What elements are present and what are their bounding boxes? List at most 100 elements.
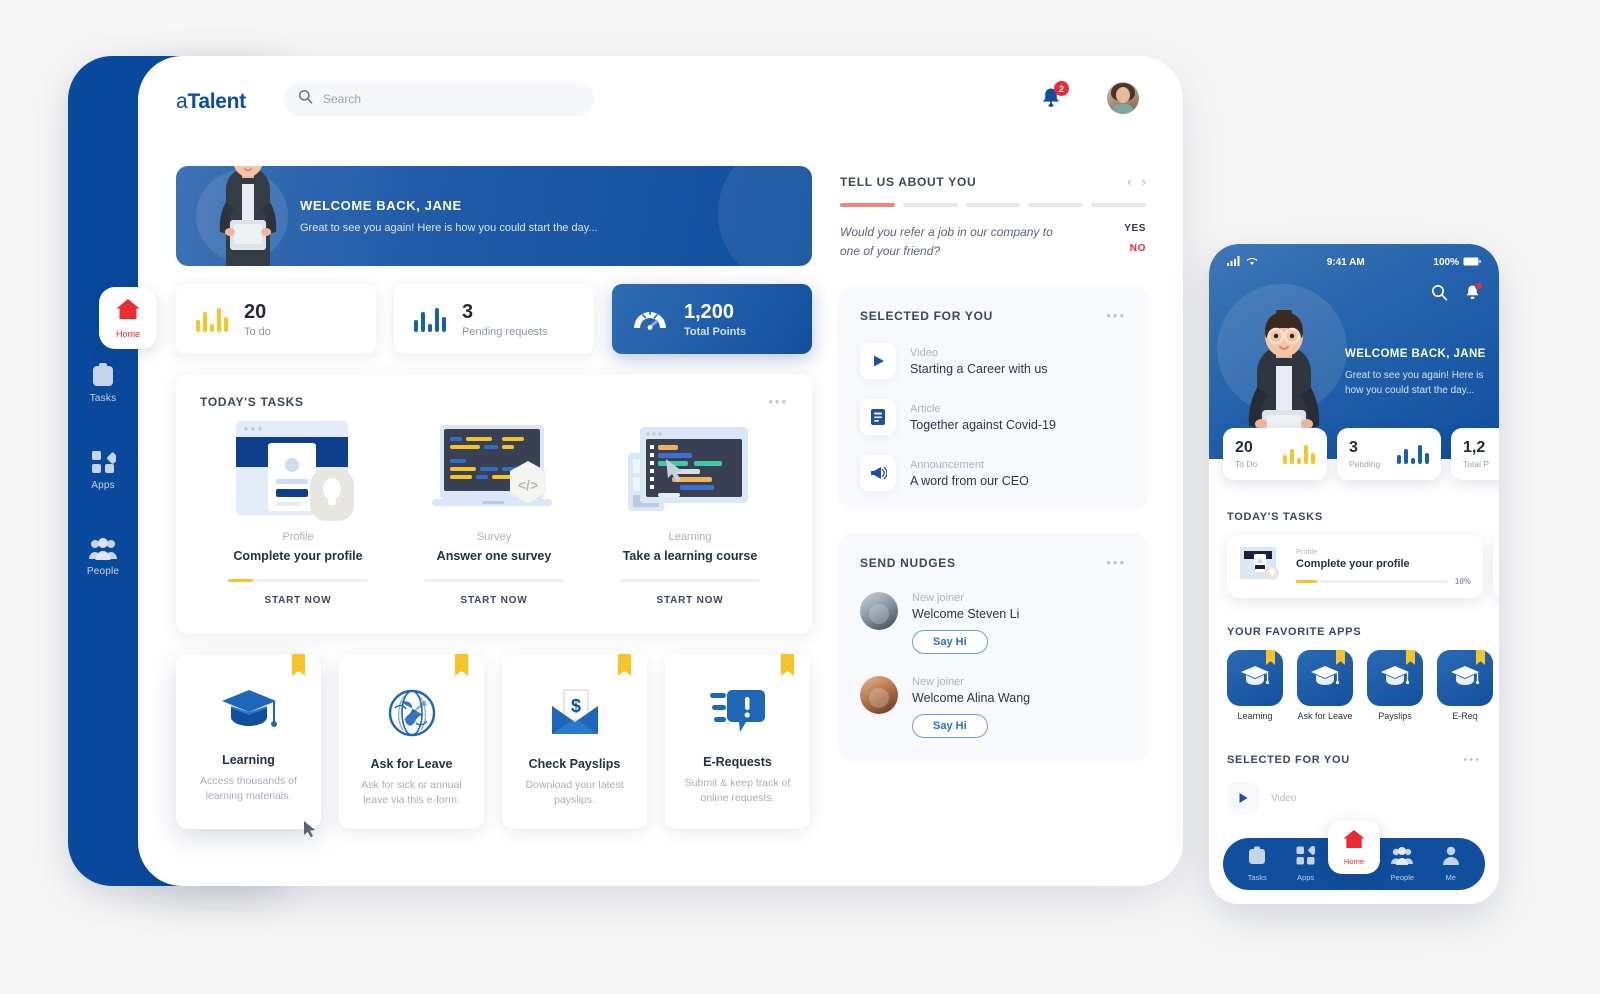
mobile-status-bar: 9:41 AM 100%	[1209, 244, 1499, 269]
stat-value: 20	[1235, 438, 1253, 456]
avatar[interactable]	[860, 592, 898, 631]
progress-step	[965, 203, 1021, 207]
task-category: Learning	[668, 531, 712, 543]
bell-icon[interactable]	[1464, 282, 1483, 307]
stat-card-todo[interactable]: 20 To do	[176, 284, 376, 354]
progress-steps	[840, 203, 1146, 207]
sidebar-item-label: Tasks	[89, 393, 117, 404]
app-name: E-Req	[1452, 711, 1478, 721]
task-category: Profile	[282, 531, 314, 543]
profile-card-art	[200, 417, 396, 521]
play-icon	[1227, 782, 1259, 814]
app-tile-ask-for-leave[interactable]: Ask for Leave Ask for sick or annual lea…	[339, 654, 484, 829]
sidebar-item-home[interactable]: Home	[99, 287, 157, 349]
mobile-tab-apps[interactable]: Apps	[1284, 845, 1328, 882]
mobile-tab-home[interactable]: Home	[1328, 820, 1380, 874]
bookmark-icon[interactable]	[1406, 650, 1415, 665]
search-icon[interactable]	[1431, 284, 1448, 307]
mobile-tab-me[interactable]: Me	[1429, 846, 1473, 882]
mobile-welcome: WELCOME BACK, JANE Great to see you agai…	[1345, 348, 1495, 398]
task-category: Profile	[1296, 547, 1318, 556]
sidebar-item-people[interactable]: People	[68, 537, 138, 577]
avatar[interactable]	[1107, 82, 1139, 114]
answer-no-button[interactable]: NO	[1124, 243, 1146, 254]
mobile-tab-people[interactable]: People	[1380, 846, 1424, 882]
bookmark-icon[interactable]	[292, 654, 305, 676]
list-item[interactable]: Video Starting a Career with us	[860, 343, 1126, 380]
stat-value: 3	[462, 300, 474, 323]
tab-label: Me	[1445, 873, 1456, 882]
stat-card-pending[interactable]: 3 Pending requests	[394, 284, 594, 354]
app-description: Access thousands of learning materials.	[200, 775, 297, 803]
avatar[interactable]	[860, 676, 898, 715]
app-tile-check-payslips[interactable]: $ Check Payslips Download your latest pa…	[502, 654, 647, 829]
person-icon	[1442, 846, 1460, 869]
mobile-task-card[interactable]: Profile Complete your profile 10%	[1227, 535, 1483, 598]
task-progress-bar	[228, 579, 368, 582]
bookmark-icon[interactable]	[1266, 650, 1275, 665]
mobile-app-payslips[interactable]: Payslips	[1367, 650, 1423, 724]
bookmark-icon[interactable]	[1336, 650, 1345, 665]
welcome-banner: WELCOME BACK, JANE Great to see you agai…	[176, 166, 812, 266]
list-item[interactable]: Article Together against Covid-19	[860, 399, 1126, 436]
topbar: aTalent Search 2	[138, 56, 1183, 148]
bookmark-icon[interactable]	[618, 654, 631, 676]
task-item[interactable]: </> Survey Answer one survey START NOW	[396, 413, 592, 606]
mobile-stat-pending[interactable]: 3 Pending	[1337, 428, 1441, 480]
bookmark-icon[interactable]	[455, 654, 468, 676]
mobile-section-title-selected: SELECTED FOR YOU	[1227, 754, 1350, 766]
mobile-stat-todo[interactable]: 20 To Do	[1223, 428, 1327, 480]
notification-dot	[1475, 282, 1483, 290]
bookmark-icon[interactable]	[1476, 650, 1485, 665]
bookmark-icon[interactable]	[781, 654, 794, 676]
globe-icon	[387, 688, 437, 743]
start-now-button[interactable]: START NOW	[592, 595, 788, 606]
welcome-text: WELCOME BACK, JANE Great to see you agai…	[300, 198, 598, 234]
progress-step	[840, 203, 895, 207]
start-now-button[interactable]: START NOW	[396, 595, 592, 606]
answer-yes-button[interactable]: YES	[1124, 223, 1146, 234]
mobile-app-ask-for-leave[interactable]: Ask for Leave	[1297, 650, 1353, 724]
list-item[interactable]: Announcement A word from our CEO	[860, 455, 1126, 492]
app-description: Submit & keep track of online requests.	[684, 777, 791, 805]
more-dots-icon[interactable]: •••	[1106, 555, 1126, 570]
mobile-media-item[interactable]: Video	[1227, 782, 1481, 814]
app-tile-learning[interactable]: Learning Access thousands of learning ma…	[176, 654, 321, 829]
avatar-face	[1116, 87, 1130, 104]
learning-screen-art	[592, 417, 788, 521]
sidebar-item-apps[interactable]: Apps	[68, 450, 138, 491]
mouse-cursor	[304, 821, 315, 838]
people-icon	[89, 537, 117, 561]
app-tile-e-requests[interactable]: E-Requests Submit & keep track of online…	[665, 654, 810, 829]
clipboard-icon	[1248, 846, 1266, 869]
say-hi-button[interactable]: Say Hi	[912, 714, 988, 739]
more-dots-icon[interactable]: •••	[1106, 308, 1126, 323]
search-input[interactable]: Search	[284, 82, 594, 116]
mobile-selected-header: SELECTED FOR YOU •••	[1227, 754, 1481, 766]
mobile-welcome-subtitle: Great to see you again! Here is how you …	[1345, 370, 1484, 396]
stat-value: 3	[1349, 438, 1358, 456]
task-item[interactable]: Learning Take a learning course START NO…	[592, 413, 788, 606]
app-logo[interactable]: aTalent	[176, 90, 246, 114]
chevron-left-icon[interactable]: ‹	[1127, 174, 1131, 189]
sidebar-item-tasks[interactable]: Tasks	[68, 362, 138, 404]
list-item: New joiner Welcome Alina Wang Say Hi	[860, 676, 1126, 739]
mobile-task-card-next[interactable]	[1493, 535, 1499, 598]
bar-chart-icon	[196, 306, 228, 332]
mobile-app-e-requests[interactable]: E-Req	[1437, 650, 1493, 724]
progress-step	[1028, 203, 1084, 207]
say-hi-button[interactable]: Say Hi	[912, 630, 988, 655]
start-now-button[interactable]: START NOW	[200, 595, 396, 606]
mobile-tab-tasks[interactable]: Tasks	[1235, 846, 1279, 882]
more-dots-icon[interactable]: •••	[768, 394, 788, 409]
stat-card-points[interactable]: 1,200 Total Points	[612, 284, 812, 354]
task-item[interactable]: Profile Complete your profile START NOW	[200, 413, 396, 606]
mobile-stat-points[interactable]: 1,2 Total P	[1451, 428, 1499, 480]
mobile-app-learning[interactable]: Learning	[1227, 650, 1283, 724]
chevron-right-icon[interactable]: ›	[1142, 174, 1146, 189]
home-icon	[1342, 829, 1366, 855]
bar-chart-icon	[1283, 444, 1315, 464]
more-dots-icon[interactable]: •••	[1463, 754, 1481, 766]
graduation-cap-icon	[1310, 664, 1340, 693]
notifications-button[interactable]: 2	[1039, 81, 1069, 112]
